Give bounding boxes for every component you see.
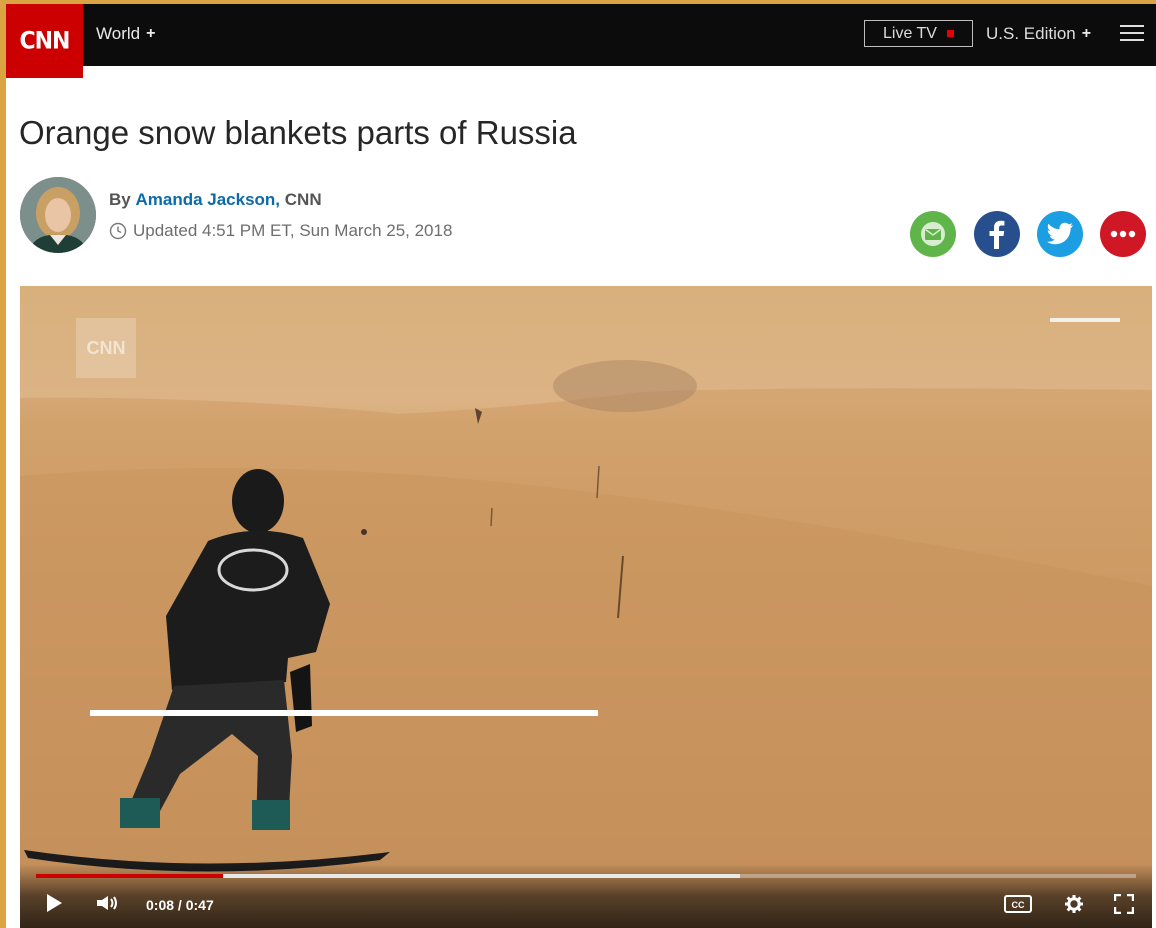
email-icon [921, 222, 945, 246]
share-facebook-button[interactable] [974, 211, 1020, 257]
byline: By Amanda Jackson, CNN [109, 190, 322, 210]
page-title: Orange snow blankets parts of Russia [19, 114, 577, 151]
plus-icon: + [146, 25, 156, 42]
video-controls: 0:08 / 0:47 CC [20, 864, 1152, 928]
plus-icon: + [1081, 25, 1092, 42]
author-link[interactable]: Amanda Jackson, [135, 190, 280, 209]
live-tv-button[interactable]: Live TV [864, 20, 973, 47]
article-page: World + Live TV U.S. Edition + CNN Orang… [6, 4, 1156, 928]
nav-world-label: World [96, 24, 141, 43]
top-nav-bar: World + Live TV U.S. Edition + [6, 4, 1156, 66]
video-frame-image [20, 360, 1152, 928]
hamburger-menu-icon[interactable] [1120, 25, 1144, 43]
time-current: 0:08 [146, 897, 175, 913]
time-total: 0:47 [185, 897, 214, 913]
share-more-button[interactable] [1100, 211, 1146, 257]
timestamp: Updated 4:51 PM ET, Sun March 25, 2018 [109, 221, 452, 241]
live-tv-label: Live TV [883, 24, 937, 42]
facebook-icon [989, 220, 1005, 249]
twitter-icon [1047, 222, 1073, 245]
play-icon[interactable] [44, 892, 64, 919]
edition-label: U.S. Edition [986, 24, 1076, 43]
video-player[interactable]: CNN 0:08 / 0:47 CC [20, 286, 1152, 928]
cc-label: CC [1012, 900, 1025, 910]
updated-text: Updated 4:51 PM ET, Sun March 25, 2018 [133, 221, 453, 240]
byline-prefix: By [109, 190, 131, 209]
clock-icon [109, 222, 127, 240]
time-separator: / [177, 897, 182, 913]
author-avatar[interactable] [20, 177, 96, 253]
video-progress-bar[interactable] [36, 874, 1136, 878]
settings-gear-icon[interactable] [1064, 894, 1084, 919]
byline-source: CNN [284, 190, 322, 209]
cnn-logo[interactable]: CNN [6, 4, 83, 78]
fullscreen-icon[interactable] [1113, 893, 1135, 919]
progress-played [36, 874, 223, 878]
share-email-button[interactable] [910, 211, 956, 257]
edition-selector[interactable]: U.S. Edition + [986, 24, 1091, 44]
video-caption-bar [1050, 318, 1120, 322]
cnn-watermark: CNN [76, 318, 136, 378]
video-timecode: 0:08 / 0:47 [146, 897, 214, 913]
more-icon [1110, 230, 1136, 238]
logo-text: CNN [19, 27, 71, 55]
closed-captions-button[interactable]: CC [1004, 895, 1032, 918]
nav-world-menu[interactable]: World + [96, 24, 155, 44]
video-subtitle-bar [90, 710, 598, 716]
share-twitter-button[interactable] [1037, 211, 1083, 257]
live-indicator-icon [946, 30, 954, 37]
volume-icon[interactable] [96, 895, 120, 916]
